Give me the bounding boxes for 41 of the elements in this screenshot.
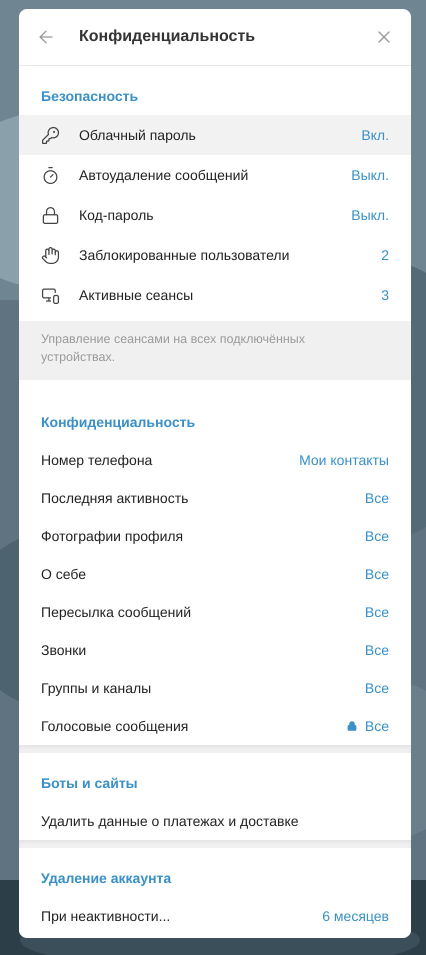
section-note: Управление сеансами на всех подключённых устройствах. — [41, 331, 306, 366]
row-label: Облачный пароль — [79, 126, 197, 145]
row-label: Пересылка сообщений — [41, 602, 192, 622]
row-value: Все — [364, 602, 389, 622]
row-label: Удалить данные о платежах и доставке — [41, 812, 300, 831]
row-value: Все — [364, 526, 389, 546]
row-value: Все — [364, 488, 389, 508]
row-label: Активные сеансы — [79, 286, 194, 304]
padlock-icon — [41, 206, 60, 224]
row-label: Заблокированные пользователи — [79, 246, 290, 265]
row-value: Все — [364, 678, 389, 698]
row-value: Вкл. — [361, 126, 389, 144]
section-title: Боты и сайты — [40, 774, 139, 793]
row-value: Все — [364, 640, 389, 660]
row-label: При неактивности... — [41, 906, 172, 926]
dialog-title: Конфиденциальность — [79, 27, 256, 47]
row-value: Мои контакты — [299, 450, 389, 470]
hand-icon — [41, 246, 60, 264]
row-value: 3 — [381, 286, 389, 304]
row-value: 6 месяцев — [322, 906, 389, 926]
section-title: Безопасность — [40, 87, 140, 106]
row-label: О себе — [41, 564, 88, 584]
row-label: Номер телефона — [41, 450, 154, 470]
devices-icon — [41, 286, 60, 304]
row-label: Голосовые сообщения — [41, 716, 190, 736]
row-value: Все — [364, 564, 389, 584]
row-value: Все — [364, 716, 389, 736]
section-title: Конфиденциальность — [40, 413, 196, 432]
section-title: Удаление аккаунта — [40, 869, 172, 888]
row-value: Выкл. — [351, 206, 389, 224]
row-value: 2 — [381, 246, 389, 264]
row-label: Фотографии профиля — [41, 526, 184, 546]
row-label: Звонки — [41, 640, 88, 660]
row-label: Группы и каналы — [41, 678, 152, 698]
key-icon — [41, 126, 60, 144]
row-label: Последняя активность — [41, 488, 190, 508]
settings-row[interactable]: Облачный пароль Вкл. — [19, 115, 411, 155]
timer-icon — [41, 166, 60, 184]
row-label: Код-пароль — [79, 206, 155, 225]
row-value: Выкл. — [351, 166, 389, 184]
row-label: Автоудаление сообщений — [79, 166, 250, 185]
